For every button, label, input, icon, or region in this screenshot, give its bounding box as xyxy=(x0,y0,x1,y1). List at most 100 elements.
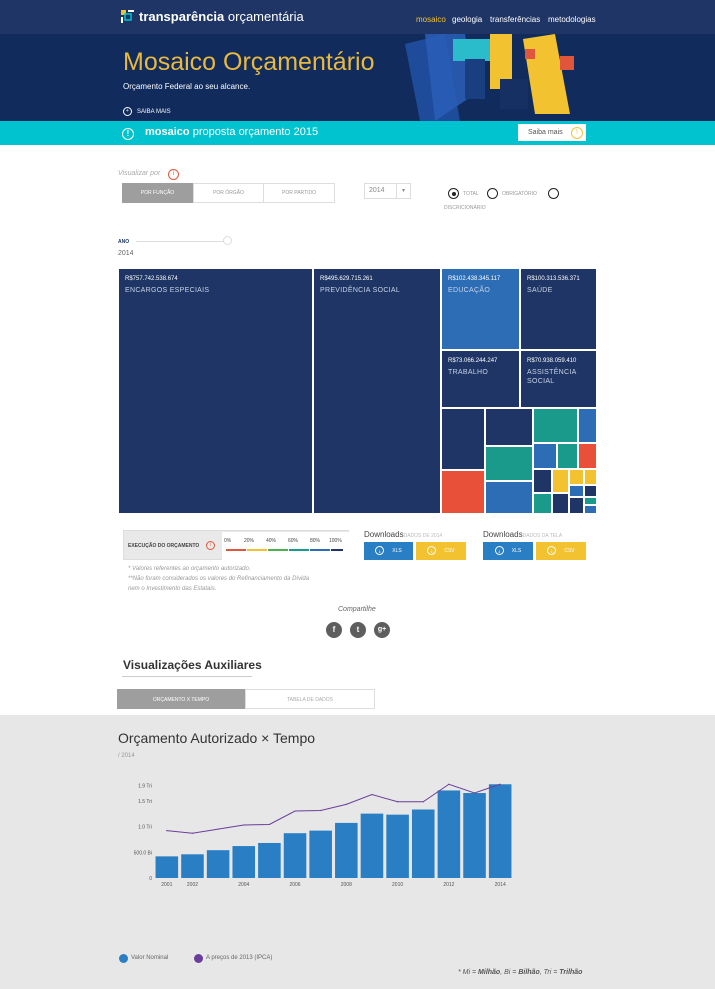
bar-2014[interactable] xyxy=(488,784,512,878)
treemap-tile-small[interactable] xyxy=(533,493,552,514)
download-csv-label: CSV xyxy=(444,548,455,554)
ipca-point-2001[interactable] xyxy=(166,830,168,832)
alert-icon: ! xyxy=(122,128,134,140)
y-tick-label: 500.0 Bi xyxy=(134,850,152,856)
bar-2009[interactable] xyxy=(360,813,384,878)
segment-por-partido[interactable]: POR PARTIDO xyxy=(263,183,335,203)
ipca-point-2002[interactable] xyxy=(191,832,194,834)
ipca-point-2006[interactable] xyxy=(294,810,296,812)
nav-metodologias[interactable]: metodologias xyxy=(548,15,596,24)
tile-name: SAÚDE xyxy=(527,287,553,294)
year-select[interactable]: 2014 ▾ xyxy=(364,183,411,199)
nav-transferencias[interactable]: transferências xyxy=(490,15,540,24)
brand-name[interactable]: transparência orçamentária xyxy=(139,9,304,24)
ipca-point-2007[interactable] xyxy=(320,809,322,812)
unit-footnote: * Mi = Milhão, Bi = Bilhão, Tri = Trilhã… xyxy=(458,969,583,976)
bar-2005[interactable] xyxy=(258,842,281,878)
download-xls-button[interactable]: ⤓ XLS xyxy=(364,542,413,560)
treemap-tile-encargos-especiais[interactable]: R$757.742.538.674 ENCARGOS ESPECIAIS xyxy=(118,268,313,514)
downloads-title: DownloadsDADOS DA TELA xyxy=(483,530,562,539)
facebook-icon[interactable]: f xyxy=(326,622,342,638)
scale-tick: 100% xyxy=(329,538,342,544)
bar-2011[interactable] xyxy=(411,809,435,878)
scale-tick: 80% xyxy=(310,538,321,544)
treemap-tile-trabalho[interactable]: R$73.066.244.247 TRABALHO xyxy=(441,350,520,408)
treemap-tile-small[interactable] xyxy=(485,446,533,481)
bar-2002[interactable] xyxy=(181,854,204,878)
ipca-point-2003[interactable] xyxy=(217,828,219,830)
tab-orcamento-x-tempo[interactable]: ORÇAMENTO X TEMPO xyxy=(117,689,245,709)
execucao-scale: 0% 20% 40% 60% 80% 100% xyxy=(222,532,349,560)
segment-por-funcao[interactable]: POR FUNÇÃO xyxy=(122,183,193,203)
ipca-point-2013[interactable] xyxy=(473,792,476,794)
bar-2003[interactable] xyxy=(206,850,230,878)
bar-2008[interactable] xyxy=(335,822,358,878)
download-csv-button[interactable]: ⤓ CSV xyxy=(416,542,466,560)
treemap-tile-small[interactable] xyxy=(584,485,597,497)
radio-total[interactable] xyxy=(448,188,459,199)
segment-por-orgao[interactable]: POR ÓRGÃO xyxy=(193,183,264,203)
ipca-point-2011[interactable] xyxy=(422,801,424,803)
treemap-tile-small[interactable] xyxy=(533,443,557,469)
radio-obrigatorio[interactable] xyxy=(487,188,498,199)
treemap-tile-small[interactable] xyxy=(578,408,597,443)
treemap-tile-saude[interactable]: R$100.313.536.371 SAÚDE xyxy=(520,268,597,350)
bar-2012[interactable] xyxy=(437,790,461,878)
bar-2001[interactable] xyxy=(155,856,179,878)
info-icon[interactable]: i xyxy=(206,541,215,550)
tile-name: ASSISTÊNCIA SOCIAL xyxy=(527,369,577,385)
ipca-point-2005[interactable] xyxy=(268,823,270,826)
nav-mosaico[interactable]: mosaico xyxy=(416,15,446,24)
bar-2013[interactable] xyxy=(463,793,486,878)
chart-title: Orçamento Autorizado × Tempo xyxy=(118,730,316,746)
treemap-tile-previdencia-social[interactable]: R$495.629.715.261 PREVIDÊNCIA SOCIAL xyxy=(313,268,441,514)
treemap-tile-small[interactable] xyxy=(578,443,597,469)
bar-2010[interactable] xyxy=(386,814,409,878)
ipca-point-2008[interactable] xyxy=(345,803,347,805)
treemap-tile-educacao[interactable]: R$102.438.345.117 EDUCAÇÃO xyxy=(441,268,520,350)
treemap-tile-small[interactable] xyxy=(533,408,578,443)
scale-color-bar xyxy=(289,549,309,551)
download-xls-button[interactable]: ⤓ XLS xyxy=(483,542,533,560)
tab-tabela-de-dados[interactable]: TABELA DE DADOS xyxy=(245,689,375,709)
tile-name: EDUCAÇÃO xyxy=(448,287,491,294)
tile-value: R$757.742.538.674 xyxy=(125,276,178,282)
treemap-tile-small[interactable] xyxy=(485,481,533,514)
nav-geologia[interactable]: geologia xyxy=(452,15,482,24)
download-icon: ⤓ xyxy=(494,546,504,556)
ipca-point-2010[interactable] xyxy=(397,801,399,803)
saiba-mais-button[interactable]: Saiba mais ! xyxy=(518,124,586,141)
treemap-tile-small[interactable] xyxy=(552,469,569,493)
treemap-tile-small[interactable] xyxy=(485,408,533,446)
year-slider-handle[interactable] xyxy=(223,236,232,245)
twitter-icon[interactable]: t xyxy=(350,622,366,638)
bar-2007[interactable] xyxy=(309,830,332,878)
x-tick-label: 2002 xyxy=(187,882,198,888)
bar-2004[interactable] xyxy=(232,846,256,878)
treemap-tile-small[interactable] xyxy=(569,469,584,485)
bar-2006[interactable] xyxy=(283,833,307,878)
ipca-point-2014[interactable] xyxy=(499,783,501,785)
treemap-tile-small[interactable] xyxy=(441,470,485,514)
ipca-point-2012[interactable] xyxy=(448,783,450,785)
info-icon[interactable]: i xyxy=(168,169,179,180)
hero-saiba-mais-link[interactable]: + SAIBA MAIS xyxy=(123,107,171,116)
treemap-tile-small[interactable] xyxy=(533,469,552,493)
year-slider-track[interactable] xyxy=(136,241,225,242)
radio-discricionario[interactable] xyxy=(548,188,559,199)
treemap-tile-small[interactable] xyxy=(569,497,584,514)
treemap-tile-assistencia-social[interactable]: R$70.938.059.410 ASSISTÊNCIA SOCIAL xyxy=(520,350,597,408)
treemap-tile-small[interactable] xyxy=(552,493,569,514)
google-plus-icon[interactable]: g+ xyxy=(374,622,390,638)
treemap-tile-small[interactable] xyxy=(569,485,584,497)
note-line: * Valores referentes ao orçamento autori… xyxy=(128,566,251,572)
ipca-point-2009[interactable] xyxy=(371,793,373,796)
treemap-tile-small[interactable] xyxy=(441,408,485,470)
ipca-point-2004[interactable] xyxy=(243,824,245,826)
tile-value: R$102.438.345.117 xyxy=(448,276,501,282)
treemap-tile-small[interactable] xyxy=(584,469,597,485)
treemap-tile-small[interactable] xyxy=(584,505,597,514)
treemap-tile-small[interactable] xyxy=(584,497,597,505)
download-csv-button[interactable]: ⤓ CSV xyxy=(536,542,586,560)
treemap-tile-small[interactable] xyxy=(557,443,578,469)
